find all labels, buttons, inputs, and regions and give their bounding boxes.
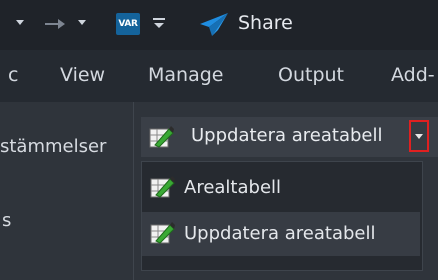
menu-item-label: Uppdatera areatabell (184, 223, 376, 244)
update-area-table-icon (150, 222, 175, 244)
tab-manage[interactable]: Manage (148, 64, 223, 86)
panel-divider (133, 102, 134, 280)
split-button-label: Uppdatera areatabell (191, 125, 383, 146)
redo-arrow-icon[interactable] (44, 18, 66, 30)
edit-table-icon (149, 126, 174, 148)
left-panel-label[interactable]: stämmelser (0, 136, 106, 157)
redo-dropdown-icon[interactable] (78, 20, 86, 25)
left-panel-fragment: s (2, 210, 12, 231)
tab-partial[interactable]: c (8, 64, 18, 86)
undo-dropdown-icon[interactable] (16, 20, 24, 25)
split-dropdown-arrow[interactable] (409, 120, 429, 152)
tab-add-ins[interactable]: Add- (391, 64, 435, 86)
chevron-down-icon (415, 134, 423, 139)
menu-item-arealtabell[interactable]: Arealtabell (142, 166, 420, 210)
share-icon[interactable] (198, 12, 230, 38)
quick-access-toolbar: VAR Share (0, 0, 438, 50)
update-area-table-split-button: Uppdatera areatabell (141, 117, 438, 157)
var-icon[interactable]: VAR (116, 13, 140, 35)
area-table-icon (150, 176, 175, 198)
update-area-table-button[interactable]: Uppdatera areatabell (141, 117, 409, 157)
app-window: VAR Share c View Manage Output Add- stäm… (0, 0, 438, 280)
ribbon-tabs: c View Manage Output Add- (0, 50, 438, 102)
tab-view[interactable]: View (60, 64, 105, 86)
share-label[interactable]: Share (238, 12, 293, 34)
split-dropdown-menu: Arealtabell Uppdatera areatabell (141, 161, 423, 271)
customize-toolbar-icon[interactable] (152, 16, 166, 30)
menu-item-label: Arealtabell (184, 177, 282, 198)
tab-output[interactable]: Output (278, 64, 344, 86)
menu-item-uppdatera-areatabell[interactable]: Uppdatera areatabell (142, 212, 420, 256)
